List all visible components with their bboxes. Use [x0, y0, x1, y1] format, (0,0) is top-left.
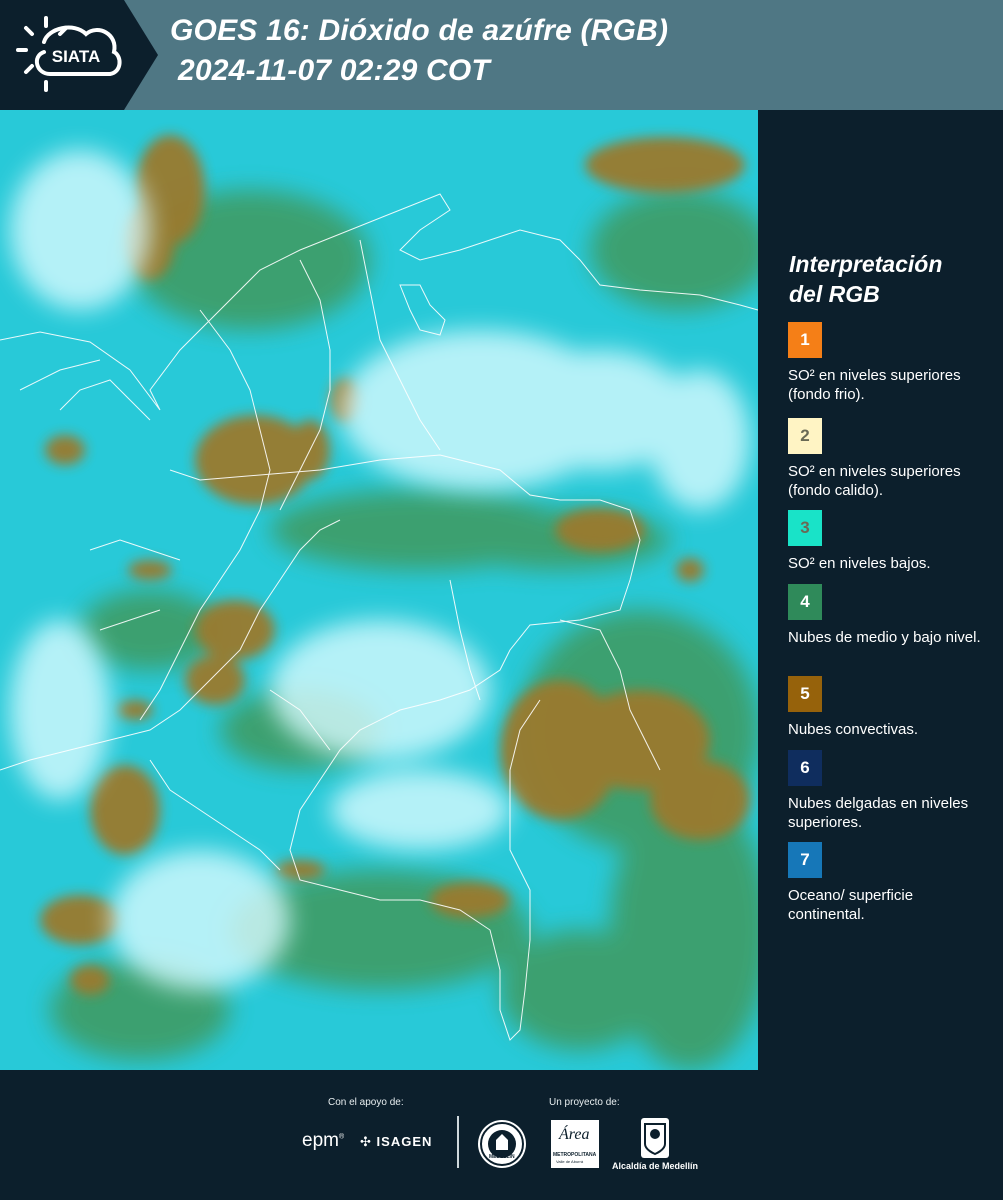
legend-title-line2: del RGB	[789, 281, 880, 307]
project-label: Un proyecto de:	[549, 1097, 620, 1108]
legend-item-5: 5 Nubes convectivas.	[788, 676, 993, 739]
page-timestamp: 2024-11-07 02:29 COT	[178, 54, 490, 87]
legend-item-6: 6 Nubes delgadas en niveles superiores.	[788, 750, 993, 832]
legend-text-4: Nubes de medio y bajo nivel.	[788, 629, 981, 646]
satellite-image	[0, 110, 758, 1070]
header: SIATA GOES 16: Dióxido de azúfre (RGB) 2…	[0, 0, 1003, 110]
legend-item-3: 3 SO² en niveles bajos.	[788, 510, 993, 573]
siata-sun-icon: SIATA	[16, 16, 122, 92]
legend-text-2: SO² en niveles superiores (fondo calido)…	[788, 463, 961, 499]
legend-title: Interpretación del RGB	[789, 249, 989, 309]
legend-item-2: 2 SO² en niveles superiores (fondo calid…	[788, 418, 993, 500]
isagen-icon: ✣	[360, 1134, 372, 1149]
legend-swatch-3: 3	[788, 510, 822, 546]
medellin-seal-icon: MEDELLÍN	[478, 1120, 526, 1168]
footer-divider	[457, 1116, 459, 1168]
legend-text-6: Nubes delgadas en niveles superiores.	[788, 795, 969, 831]
isagen-logo: ✣ ISAGEN	[360, 1134, 432, 1150]
legend-item-4: 4 Nubes de medio y bajo nivel.	[788, 584, 993, 647]
isagen-logo-text: ISAGEN	[376, 1134, 433, 1149]
alcaldia-shield-icon	[641, 1118, 669, 1158]
page-title: GOES 16: Dióxido de azúfre (RGB)	[170, 14, 669, 47]
legend-swatch-2: 2	[788, 418, 822, 454]
legend-swatch-6: 6	[788, 750, 822, 786]
alcaldia-label: Alcaldía de Medellín	[612, 1161, 699, 1171]
legend-text-3: SO² en niveles bajos.	[788, 555, 931, 572]
footer: Con el apoyo de: Un proyecto de: epm® ✣ …	[0, 1070, 1003, 1200]
legend-title-line1: Interpretación	[789, 251, 943, 277]
legend-swatch-7: 7	[788, 842, 822, 878]
seal-caption: MEDELLÍN	[489, 1154, 515, 1160]
legend-text-5: Nubes convectivas.	[788, 721, 919, 738]
support-label: Con el apoyo de:	[328, 1097, 404, 1108]
area-metropolitana-logo: Área METROPOLITANA Valle de Aburrá	[551, 1120, 599, 1168]
epm-logo: epm®	[302, 1130, 345, 1151]
legend-item-1: 1 SO² en niveles superiores (fondo frio)…	[788, 322, 993, 404]
area-logo-text: Área	[559, 1126, 590, 1143]
legend-swatch-1: 1	[788, 322, 822, 358]
area-subtitle: METROPOLITANA	[553, 1152, 597, 1158]
legend-text-7: Oceano/ superficie continental.	[788, 887, 914, 923]
legend-swatch-5: 5	[788, 676, 822, 712]
epm-logo-text: epm	[302, 1130, 339, 1151]
legend-text-1: SO² en niveles superiores (fondo frio).	[788, 367, 961, 403]
satellite-map	[0, 110, 758, 1070]
logo-text: SIATA	[52, 47, 100, 66]
legend-item-7: 7 Oceano/ superficie continental.	[788, 842, 993, 924]
legend-swatch-4: 4	[788, 584, 822, 620]
area-subtitle-2: Valle de Aburrá	[556, 1159, 584, 1164]
